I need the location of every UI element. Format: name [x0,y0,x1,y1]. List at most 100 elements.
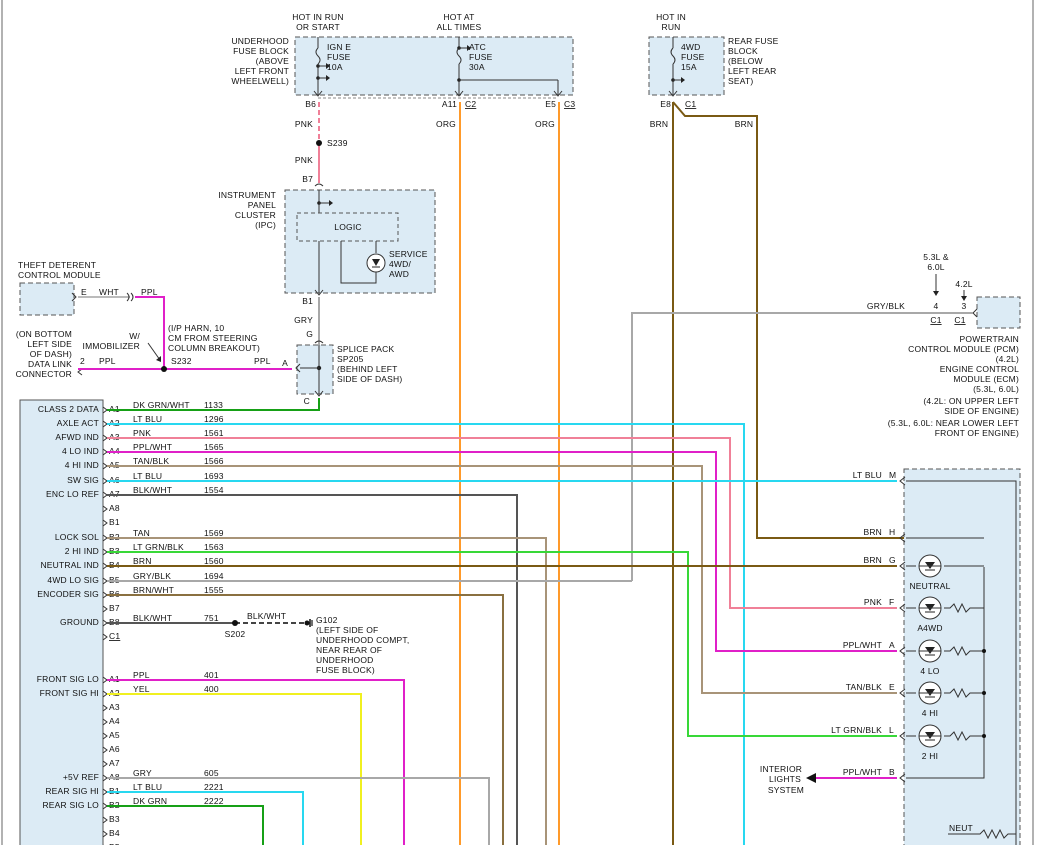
tccm-wire-color: GRY [133,768,152,778]
tccm-pin-connector [102,605,108,613]
svg-text:MODULE (ECM): MODULE (ECM) [953,374,1019,384]
tccm-wire-color: GRY/BLK [133,571,171,581]
g102-note: (LEFT SIDE OF UNDERHOOD COMPT, NEAR REAR… [316,625,409,675]
afwd-ind-wire [107,437,897,609]
svg-text:(IPC): (IPC) [255,220,276,230]
svg-text:(5.3L, 6.0L): (5.3L, 6.0L) [973,384,1019,394]
tccm-pin-connector [102,760,108,768]
neut-label: NEUT [949,823,973,833]
svg-text:(ABOVE: (ABOVE [256,56,289,66]
hot-all-times-label: HOT AT ALL TIMES [437,12,482,32]
tccm-wire-color: TAN/BLK [133,456,169,466]
svg-text:A11: A11 [442,99,457,109]
svg-text:(4.2L: ON UPPER LEFT: (4.2L: ON UPPER LEFT [923,396,1019,406]
tccm-circuit-number: 1296 [204,414,224,424]
tccm-wire-color: BRN [133,556,152,566]
tccm-pin-row: B1 LT BLU 2221 [102,782,224,796]
svg-text:(ON BOTTOM: (ON BOTTOM [16,329,72,339]
tccm-signal-label: ENCODER SIG [37,589,99,599]
hot-run-label: HOT IN RUN [656,12,686,32]
tccm-pin-connector [102,704,108,712]
tccm-pin-row: B2 DK GRN 2222 [102,796,224,810]
svg-text:SIDE OF ENGINE): SIDE OF ENGINE) [944,406,1019,416]
switch-pin-id: B [889,767,895,777]
tccm-pin-row: A5 [102,730,120,740]
org-label-2: ORG [535,119,555,129]
tccm-pin-id: A3 [109,702,120,712]
c-label: C [304,396,310,406]
switch-pin-id: L [889,725,894,735]
switch-wire-color: PNK [864,597,882,607]
svg-text:(BEHIND LEFT: (BEHIND LEFT [337,364,398,374]
s239-splice [316,140,322,146]
indicator-led-label: 2 HI [922,751,938,761]
underhood-fuse-block-label: UNDERHOOD FUSE BLOCK (ABOVE LEFT FRONT W… [231,36,289,86]
svg-text:E8: E8 [660,99,671,109]
tccm-pin-connector [102,548,108,556]
tccm-pin-row: B4 [102,828,120,838]
switch-pin-id: F [889,597,894,607]
tccm-pin-id: B4 [109,828,120,838]
tccm-pin-connector [102,774,108,782]
svg-text:REAR SIG LO: REAR SIG LO [42,800,99,810]
blk-wht-ground-label: BLK/WHT [247,611,286,621]
switch-wire-color: BRN [863,527,882,537]
svg-text:SPLICE PACK: SPLICE PACK [337,344,394,354]
pcm-variant-labels: 5.3L & 6.0L 4.2L 4 3 C1 C1 [923,252,972,325]
immobilizer-label: W/ IMMOBILIZER [83,331,141,351]
g102-ground-icon [304,619,313,627]
svg-text:FUSE: FUSE [469,52,493,62]
switch-pin-row: BRN H [863,527,906,543]
rear-sig-lo-wire [107,805,264,845]
ip-harn-note: (I/P HARN, 10 CM FROM STEERING COLUMN BR… [168,323,260,353]
tccm-pin-row: A8 GRY 605 [102,768,219,782]
indicator-led-icon: 4 LO [918,639,942,676]
org-label-1: ORG [436,119,456,129]
tccm-circuit-number: 1555 [204,585,224,595]
svg-text:UNDERHOOD COMPT,: UNDERHOOD COMPT, [316,635,409,645]
switch-wire-color: TAN/BLK [846,682,882,692]
svg-text:WHEELWELL): WHEELWELL) [231,76,289,86]
5v-ref-wire [107,777,490,845]
svg-text:10A: 10A [327,62,343,72]
indicator-led-label: 4 LO [920,666,939,676]
tccm-signal-label: AXLE ACT [57,418,99,428]
interior-lights-label: INTERIOR LIGHTS SYSTEM [760,764,804,795]
b1-label: B1 [302,296,313,306]
svg-text:HOT IN: HOT IN [656,12,686,22]
tccm-pin-connector [102,534,108,542]
svg-text:30A: 30A [469,62,485,72]
b7-label: B7 [302,174,313,184]
svg-text:C1: C1 [930,315,941,325]
front-sig-lo-wire [107,679,405,845]
tccm-pin-id: A4 [109,716,120,726]
s232-splice [161,366,167,372]
svg-text:(5.3L, 6.0L: NEAR LOWER LEFT: (5.3L, 6.0L: NEAR LOWER LEFT [888,418,1019,428]
svg-text:SP205: SP205 [337,354,364,364]
tccm-pin-connector [102,676,108,684]
tccm-pin-row: B8 BLK/WHT 751 [102,613,219,627]
svg-text:CM FROM STEERING: CM FROM STEERING [168,333,258,343]
tccm-circuit-number: 1566 [204,456,224,466]
dlc-ppl-label: PPL [99,356,116,366]
svg-text:BLOCK: BLOCK [728,46,758,56]
tccm-circuit-number: 2221 [204,782,224,792]
svg-text:FUSE: FUSE [681,52,705,62]
svg-text:NEAR REAR OF: NEAR REAR OF [316,645,382,655]
svg-text:C1: C1 [685,99,696,109]
svg-text:W/: W/ [129,331,140,341]
svg-text:B6: B6 [305,99,316,109]
switch-wire-color: BRN [863,555,882,565]
ppl-s232-label: PPL [254,356,271,366]
tccm-circuit-number: 1554 [204,485,224,495]
brn-label-1: BRN [650,119,669,129]
svg-text:FUSE BLOCK: FUSE BLOCK [233,46,289,56]
gry-label: GRY [294,315,313,325]
tccm-wire-color: BLK/WHT [133,613,172,623]
tccm-signal-label: LOCK SOL [55,532,99,542]
tccm-circuit-number: 1569 [204,528,224,538]
tccm-wire-color: PPL [133,670,150,680]
a-label: A [282,358,288,368]
svg-text:(I/P HARN, 10: (I/P HARN, 10 [168,323,224,333]
svg-text:SYSTEM: SYSTEM [768,785,804,795]
